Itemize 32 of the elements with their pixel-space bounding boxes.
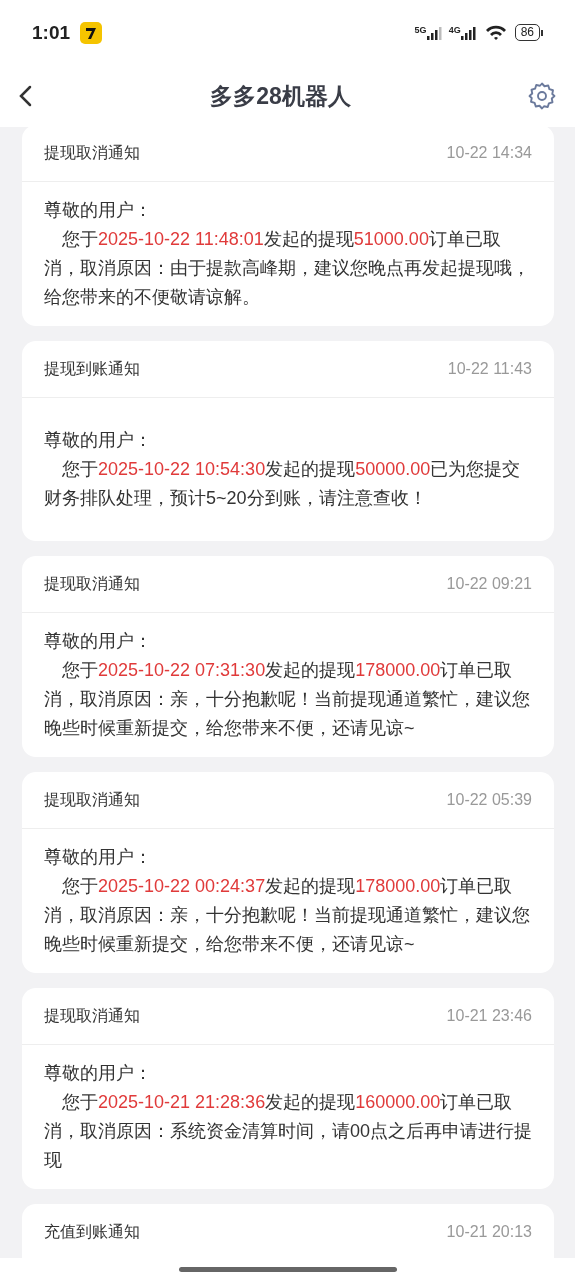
- page-title: 多多28机器人: [209, 81, 352, 111]
- greeting-text: 尊敬的用户：: [44, 429, 153, 452]
- message-text: 您于2025-10-22 10:54:30发起的提现50000.00已为您提交财务排队处理，预计5~20分到账，请注意查收！: [44, 458, 522, 510]
- message-text: 您于2025-10-22 07:31:30发起的提现178000.00订单已取消，取消原因：亲，十分抱歉呢！当前提现通道繁忙，建议您晚些时候重新提交，给您带来不便，还请见谅~: [44, 659, 531, 740]
- notification-title: 充值到账通知: [44, 1221, 140, 1242]
- signal-icon: [426, 25, 443, 40]
- notification-time: 10-21 20:13: [446, 1223, 532, 1241]
- greeting-text: 尊敬的用户：: [44, 199, 153, 222]
- message-text: 您于2025-10-22 11:48:01发起的提现51000.00订单已取消，取消原因：由于提款高峰期，建议您晚点再发起提现哦，给您带来的不便敬请谅解。: [44, 228, 531, 309]
- signal-icon: [460, 25, 477, 40]
- notification-title: 提现取消通知: [44, 573, 140, 594]
- notification-time: 10-22 05:39: [446, 791, 532, 809]
- greeting-text: 尊敬的用户：: [44, 1062, 153, 1085]
- notification-title: 提现到账通知: [44, 358, 140, 379]
- notification-time: 10-21 23:46: [446, 1007, 532, 1025]
- notification-title: 提现取消通知: [44, 142, 140, 163]
- message-text: 您于2025-10-22 00:24:37发起的提现178000.00订单已取消，取消原因：亲，十分抱歉呢！当前提现通道繁忙，建议您晚些时候重新提交，给您带来不便，还请见谅~: [44, 875, 531, 956]
- network-label: 5G: [414, 25, 427, 35]
- battery-indicator: 86: [514, 24, 543, 41]
- notification-time: 10-22 09:21: [446, 575, 532, 593]
- app-icon: [80, 21, 103, 44]
- notification-title: 提现取消通知: [44, 789, 140, 810]
- home-indicator[interactable]: [178, 1266, 397, 1272]
- notification-time: 10-22 11:43: [447, 360, 532, 378]
- greeting-text: 尊敬的用户：: [44, 846, 153, 869]
- wifi-icon: [484, 24, 507, 41]
- notification-time: 10-22 14:34: [446, 144, 532, 162]
- message-text: 您于2025-10-21 21:28:36发起的提现160000.00订单已取消，取消原因：系统资金清算时间，请00点之后再申请进行提现: [44, 1091, 534, 1172]
- notification-title: 提现取消通知: [44, 1005, 140, 1026]
- clock: 1:01: [32, 21, 71, 44]
- greeting-text: 尊敬的用户：: [44, 630, 153, 653]
- network-label: 4G: [448, 25, 461, 35]
